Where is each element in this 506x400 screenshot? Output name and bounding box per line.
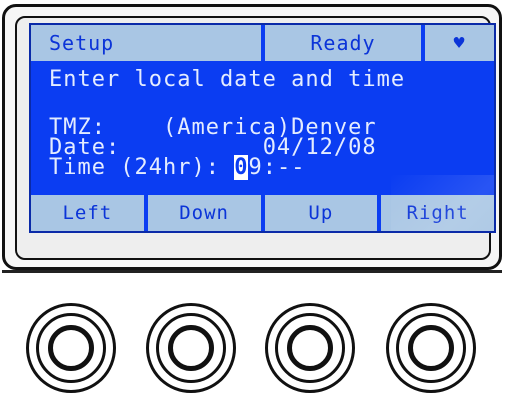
time-label: Time (24hr): — [49, 155, 220, 180]
heart-icon: ♥ — [453, 32, 466, 54]
hardware-button-4[interactable] — [386, 303, 476, 393]
prompt-text: Enter local date and time — [49, 67, 406, 92]
hardware-button-3[interactable] — [265, 303, 355, 393]
hardware-button-2[interactable] — [146, 303, 236, 393]
time-value[interactable]: 9:-- — [248, 155, 305, 180]
hardware-button-1[interactable] — [26, 303, 116, 393]
time-cursor[interactable]: 0 — [234, 155, 249, 180]
softkey-down[interactable]: Down — [148, 195, 265, 231]
softkey-up[interactable]: Up — [265, 195, 382, 231]
softkey-bar: Left Down Up Right — [31, 195, 494, 231]
time-row[interactable]: Time (24hr): 09:-- — [49, 155, 305, 180]
status-ready-label: Ready — [265, 25, 425, 61]
mode-label: Setup — [31, 25, 265, 61]
softkey-left[interactable]: Left — [31, 195, 148, 231]
lcd-screen: Setup Ready ♥ Enter local date and time … — [29, 23, 496, 233]
softkey-right[interactable]: Right — [381, 195, 494, 231]
device-edge — [2, 270, 502, 273]
status-bar: Setup Ready ♥ — [31, 25, 494, 61]
